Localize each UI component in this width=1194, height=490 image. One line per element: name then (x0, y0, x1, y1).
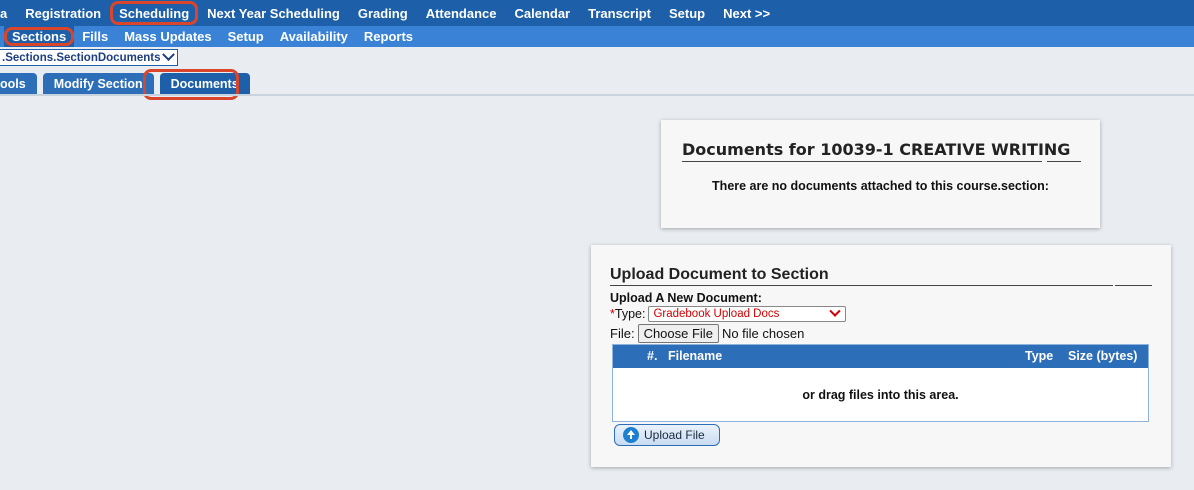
top-nav-item-next[interactable]: Next >> (714, 0, 779, 26)
choose-file-button[interactable]: Choose File (637, 324, 719, 343)
file-drop-zone[interactable]: #. Filename Type Size (bytes) or drag fi… (612, 344, 1149, 422)
top-nav-item-calendar[interactable]: Calendar (505, 0, 579, 26)
top-nav: a Registration Scheduling Next Year Sche… (0, 0, 1194, 26)
type-select[interactable]: Gradebook Upload Docs (648, 305, 847, 322)
top-nav-item-attendance[interactable]: Attendance (417, 0, 506, 26)
upload-file-label: Upload File (644, 428, 705, 442)
drag-files-text: or drag files into this area. (802, 388, 959, 402)
no-file-text: No file chosen (721, 326, 805, 341)
type-label: *Type: (610, 307, 645, 321)
column-filename: Filename (668, 349, 723, 363)
sub-nav-item-sections[interactable]: Sections (4, 26, 75, 47)
column-size: Size (bytes) (1068, 349, 1138, 363)
upload-arrow-icon (623, 427, 639, 443)
path-row: .Sections.SectionDocuments (0, 48, 179, 67)
top-nav-item-registration[interactable]: Registration (16, 0, 110, 26)
tab-tools[interactable]: ools (0, 73, 37, 95)
top-nav-item-setup[interactable]: Setup (660, 0, 714, 26)
type-select-value: Gradebook Upload Docs (653, 308, 780, 320)
upload-title: Upload Document to Section (610, 266, 829, 283)
sub-nav-item-availability[interactable]: Availability (272, 26, 356, 47)
file-row: File: Choose File No file chosen (610, 324, 804, 343)
top-nav-item-scheduling[interactable]: Scheduling (110, 0, 199, 26)
top-nav-item-a[interactable]: a (0, 0, 16, 26)
path-select-value: .Sections.SectionDocuments (2, 51, 161, 64)
sub-nav-item-reports[interactable]: Reports (356, 26, 421, 47)
tab-modify-section[interactable]: Modify Section (42, 73, 154, 95)
title-rule-end (1047, 161, 1081, 162)
documents-title: Documents for 10039-1 CREATIVE WRITING (682, 140, 1071, 159)
top-nav-item-grading[interactable]: Grading (349, 0, 417, 26)
upload-title-rule (610, 285, 1113, 286)
file-label: File: (610, 326, 635, 341)
column-number: #. (647, 349, 658, 363)
upload-subtitle: Upload A New Document: (610, 291, 762, 305)
sub-nav-item-setup[interactable]: Setup (220, 26, 272, 47)
sub-nav-item-fills[interactable]: Fills (74, 26, 116, 47)
tabs-divider (0, 94, 1194, 96)
upload-card: Upload Document to Section Upload A New … (591, 245, 1171, 467)
path-select[interactable]: .Sections.SectionDocuments (0, 48, 179, 66)
title-rule (682, 161, 1042, 162)
file-table-header: #. Filename Type Size (bytes) (613, 345, 1148, 368)
top-nav-item-next-year-scheduling[interactable]: Next Year Scheduling (198, 0, 349, 26)
documents-card: Documents for 10039-1 CREATIVE WRITING T… (661, 120, 1100, 228)
no-documents-message: There are no documents attached to this … (712, 179, 1049, 193)
type-row: *Type: Gradebook Upload Docs (610, 305, 847, 322)
sub-nav-item-mass-updates[interactable]: Mass Updates (116, 26, 219, 47)
chevron-down-icon (829, 305, 842, 317)
upload-file-button[interactable]: Upload File (614, 424, 720, 446)
column-type: Type (1025, 349, 1054, 363)
upload-title-rule-end (1115, 285, 1152, 286)
type-label-text: Type: (614, 307, 646, 321)
chevron-down-icon (162, 48, 176, 62)
sub-nav: Sections Fills Mass Updates Setup Availa… (0, 26, 1194, 47)
top-nav-item-transcript[interactable]: Transcript (579, 0, 660, 26)
